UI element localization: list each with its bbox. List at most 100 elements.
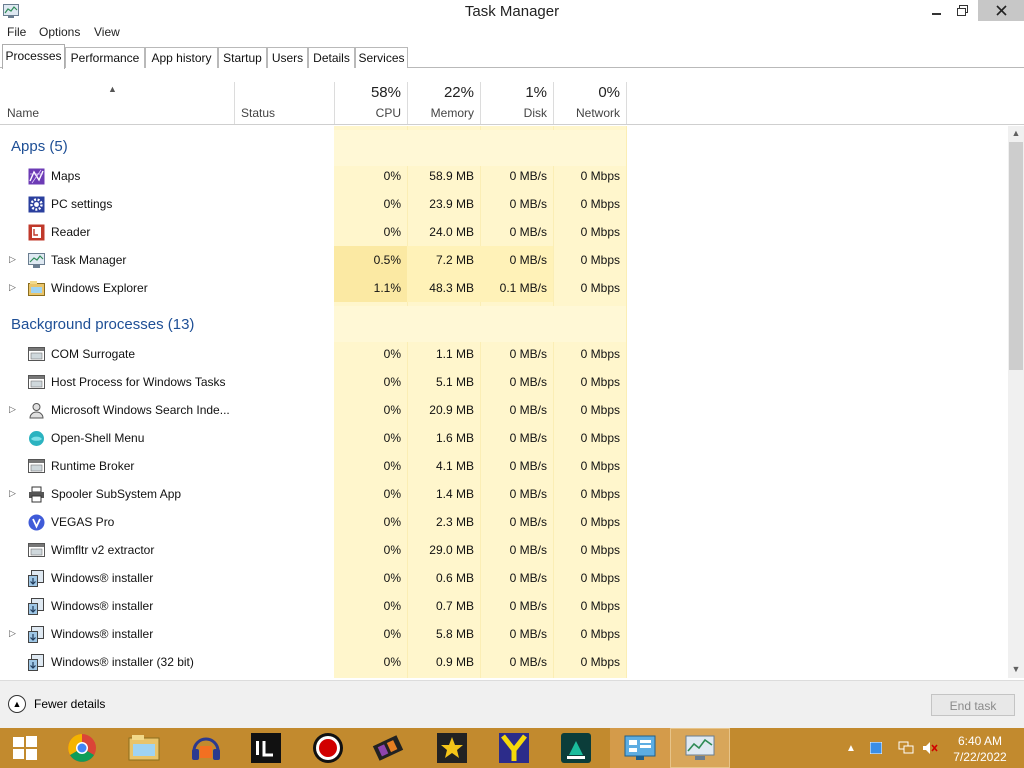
header-divider[interactable] <box>480 82 481 124</box>
printer-icon <box>28 486 45 503</box>
taskbar-clock[interactable]: 6:40 AM 7/22/2022 <box>936 733 1024 765</box>
scroll-up-icon[interactable]: ▲ <box>1008 128 1024 142</box>
cpu-value: 0% <box>383 169 401 183</box>
menu-view[interactable]: View <box>94 25 120 39</box>
table-row[interactable]: ▷ Spooler SubSystem App 0% 1.4 MB 0 MB/s 0 Mb… <box>0 480 1008 508</box>
table-row[interactable]: COM Surrogate 0% 1.1 MB 0 MB/s 0 Mbps <box>0 340 1008 368</box>
disk-value: 0 MB/s <box>509 627 547 641</box>
scroll-down-icon[interactable]: ▼ <box>1008 664 1024 678</box>
taskbar-movie-maker[interactable] <box>422 728 482 768</box>
table-row[interactable]: Wimfltr v2 extractor 0% 29.0 MB 0 MB/s 0 Mbp… <box>0 536 1008 564</box>
taskbar-chrome[interactable] <box>52 728 112 768</box>
table-row[interactable]: Maps 0% 58.9 MB 0 MB/s 0 Mbps <box>0 162 1008 190</box>
tray-app-button[interactable] <box>866 728 886 768</box>
table-row[interactable]: ▷ Windows Explorer 1.1% 48.3 MB 0.1 MB/s 0 Mb… <box>0 274 1008 302</box>
header-memory[interactable]: 22% Memory <box>407 80 480 125</box>
table-row[interactable]: Windows® installer 0% 0.6 MB 0 MB/s 0 Mbps <box>0 564 1008 592</box>
group-band <box>334 306 626 342</box>
network-tray-button[interactable] <box>896 728 916 768</box>
taskbar-control-panel[interactable] <box>610 728 670 768</box>
taskbar-video-editor[interactable] <box>358 728 418 768</box>
header-status[interactable]: Status <box>234 80 334 125</box>
restore-button[interactable] <box>948 0 976 21</box>
cpu-value: 0% <box>383 431 401 445</box>
network-value: 0 Mbps <box>580 281 620 295</box>
header-divider[interactable] <box>553 82 554 124</box>
vegas-icon <box>28 514 45 531</box>
taskbar-audacity[interactable] <box>176 728 236 768</box>
group-band <box>334 130 626 166</box>
tab-strip: Processes Performance App history Startu… <box>0 44 1024 69</box>
close-button[interactable] <box>978 0 1024 21</box>
maps-icon <box>28 168 45 185</box>
header-divider[interactable] <box>407 82 408 124</box>
tab-startup[interactable]: Startup <box>218 47 267 68</box>
expand-arrow-icon[interactable]: ▷ <box>9 628 16 639</box>
taskbar: ▲ 6:40 AM 7/22/2022 <box>0 728 1024 768</box>
header-disk[interactable]: 1% Disk <box>480 80 553 125</box>
show-hidden-icons-button[interactable]: ▲ <box>844 728 858 768</box>
memory-value: 1.1 MB <box>435 347 474 361</box>
table-row[interactable]: Windows® installer 0% 0.7 MB 0 MB/s 0 Mbps <box>0 592 1008 620</box>
close-icon <box>995 5 1007 16</box>
tab-app-history[interactable]: App history <box>145 47 218 68</box>
taskbar-task-manager[interactable] <box>670 728 730 768</box>
cpu-value: 0% <box>383 225 401 239</box>
table-row[interactable]: ▷ Microsoft Windows Search Inde... 0% 20.9 … <box>0 396 1008 424</box>
taskbar-file-explorer[interactable] <box>114 728 174 768</box>
expand-arrow-icon[interactable]: ▷ <box>9 404 16 415</box>
memory-value: 4.1 MB <box>435 459 474 473</box>
tab-details[interactable]: Details <box>308 47 355 68</box>
disk-value: 0 MB/s <box>509 515 547 529</box>
cpu-value: 0% <box>383 571 401 585</box>
header-cpu[interactable]: 58% CPU <box>334 80 407 125</box>
expand-arrow-icon[interactable]: ▷ <box>9 488 16 499</box>
table-row[interactable]: PC settings 0% 23.9 MB 0 MB/s 0 Mbps <box>0 190 1008 218</box>
taskbar-intellij[interactable] <box>236 728 296 768</box>
table-row[interactable]: Reader 0% 24.0 MB 0 MB/s 0 Mbps <box>0 218 1008 246</box>
expand-arrow-icon[interactable]: ▷ <box>9 254 16 265</box>
start-button[interactable] <box>0 728 50 768</box>
taskbar-recorder[interactable] <box>298 728 358 768</box>
tab-services[interactable]: Services <box>355 47 408 68</box>
table-row[interactable]: VEGAS Pro 0% 2.3 MB 0 MB/s 0 Mbps <box>0 508 1008 536</box>
chevron-up-icon: ▲ <box>846 742 856 754</box>
process-name: Task Manager <box>51 253 127 267</box>
tab-performance[interactable]: Performance <box>65 47 145 68</box>
table-row[interactable]: Host Process for Windows Tasks 0% 5.1 MB 0 … <box>0 368 1008 396</box>
shell-icon <box>28 430 45 447</box>
window-title: Task Manager <box>464 3 560 20</box>
table-row[interactable]: ▷ Windows® installer 0% 5.8 MB 0 MB/s 0 Mbps <box>0 620 1008 648</box>
fewer-details-button[interactable]: ▲ Fewer details <box>8 695 105 713</box>
memory-value: 5.1 MB <box>435 375 474 389</box>
network-value: 0 Mbps <box>580 515 620 529</box>
vertical-scrollbar[interactable]: ▲ ▼ <box>1008 126 1024 678</box>
header-network-percent: 0% <box>598 84 620 101</box>
header-divider[interactable] <box>626 82 627 124</box>
menu-options[interactable]: Options <box>39 25 80 39</box>
tab-processes[interactable]: Processes <box>2 44 65 69</box>
header-divider[interactable] <box>234 82 235 124</box>
window-app-icon <box>28 542 45 559</box>
menu-file[interactable]: File <box>7 25 26 39</box>
process-name: Reader <box>51 225 91 239</box>
table-row[interactable]: Open-Shell Menu 0% 1.6 MB 0 MB/s 0 Mbps <box>0 424 1008 452</box>
table-row[interactable]: ▷ Task Manager 0.5% 7.2 MB 0 MB/s 0 Mbps <box>0 246 1008 274</box>
process-name: Windows® installer (32 bit) <box>51 655 194 669</box>
process-name: Open-Shell Menu <box>51 431 145 445</box>
header-divider[interactable] <box>334 82 335 124</box>
clock-date: 7/22/2022 <box>953 750 1007 764</box>
end-task-button[interactable]: End task <box>931 694 1015 716</box>
header-name[interactable]: Name <box>0 80 234 125</box>
tab-users[interactable]: Users <box>267 47 308 68</box>
taskbar-filmora[interactable] <box>546 728 606 768</box>
scrollbar-thumb[interactable] <box>1009 142 1023 370</box>
expand-arrow-icon[interactable]: ▷ <box>9 282 16 293</box>
taskbar-y-app[interactable] <box>484 728 544 768</box>
search-user-icon <box>28 402 45 419</box>
task-manager-icon <box>685 735 715 760</box>
audacity-icon <box>192 737 220 760</box>
header-network[interactable]: 0% Network <box>553 80 626 125</box>
table-row[interactable]: Runtime Broker 0% 4.1 MB 0 MB/s 0 Mbps <box>0 452 1008 480</box>
table-row[interactable]: Windows® installer (32 bit) 0% 0.9 MB 0 MB/… <box>0 648 1008 676</box>
